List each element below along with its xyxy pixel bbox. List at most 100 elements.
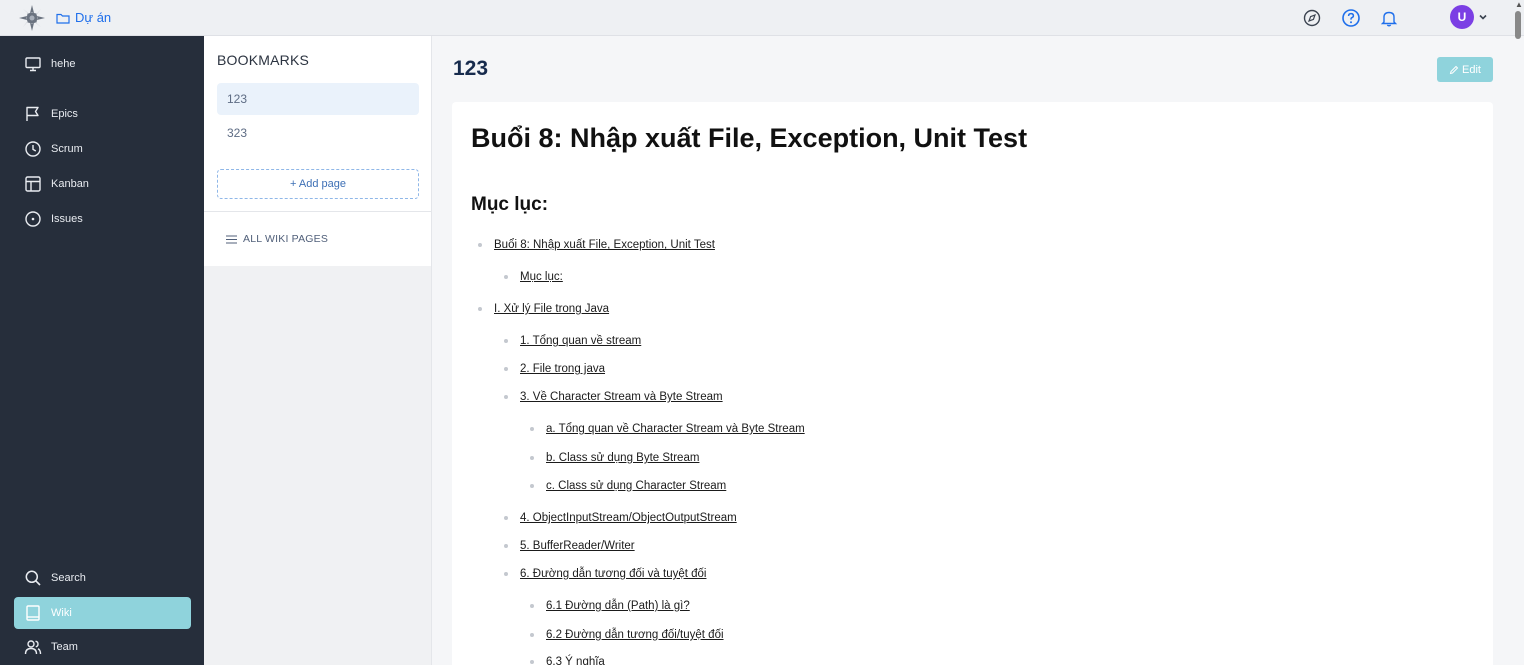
sidebar: hehe Epics Scrum Kanban Issues Search Wi… bbox=[0, 36, 204, 665]
bullet bbox=[504, 275, 508, 279]
toc-link[interactable]: 5. BufferReader/Writer bbox=[504, 540, 635, 552]
bullet bbox=[504, 395, 508, 399]
toc-link-text: a. Tổng quan về Character Stream và Byte… bbox=[546, 423, 805, 435]
toc-link-text: 3. Về Character Stream và Byte Stream bbox=[520, 391, 723, 403]
help-icon[interactable] bbox=[1341, 8, 1361, 28]
bullet bbox=[504, 572, 508, 576]
sidebar-item-label: hehe bbox=[51, 58, 76, 70]
toc-link[interactable]: 1. Tổng quan về stream bbox=[504, 335, 641, 347]
wiki-content: Buổi 8: Nhập xuất File, Exception, Unit … bbox=[452, 102, 1493, 665]
toc-link-text: 5. BufferReader/Writer bbox=[520, 540, 635, 552]
bookmarks-panel-empty-area bbox=[204, 266, 432, 665]
toc-link[interactable]: 4. ObjectInputStream/ObjectOutputStream bbox=[504, 512, 737, 524]
toc-link[interactable]: 3. Về Character Stream và Byte Stream bbox=[504, 391, 723, 403]
page-title: 123 bbox=[453, 57, 489, 80]
pencil-icon bbox=[1449, 65, 1459, 74]
bullet bbox=[530, 660, 534, 664]
flag-icon bbox=[26, 106, 39, 121]
sidebar-item-search[interactable]: Search bbox=[14, 562, 191, 594]
toc-link-text: Mục lục: bbox=[520, 271, 563, 283]
add-page-button[interactable]: + Add page bbox=[217, 169, 419, 199]
document-title: Buổi 8: Nhập xuất File, Exception, Unit … bbox=[471, 123, 1028, 153]
monitor-icon bbox=[25, 57, 41, 72]
toc-link-text: I. Xử lý File trong Java bbox=[494, 303, 610, 315]
sidebar-item-scrum[interactable]: Scrum bbox=[14, 133, 191, 165]
toc-link-text: 1. Tổng quan về stream bbox=[520, 335, 642, 347]
toc-heading: Mục lục: bbox=[471, 194, 549, 215]
toc-link-text: 6.1 Đường dẫn (Path) là gì? bbox=[546, 600, 690, 612]
project-label: Dự án bbox=[75, 10, 112, 25]
sidebar-item-label: Epics bbox=[51, 108, 78, 120]
chevron-down-icon bbox=[1479, 14, 1487, 20]
search-icon bbox=[25, 570, 41, 586]
toc-link-text: b. Class sử dụng Byte Stream bbox=[546, 452, 700, 464]
sidebar-item-label: Search bbox=[51, 572, 86, 584]
divider bbox=[204, 211, 431, 212]
sidebar-item-kanban[interactable]: Kanban bbox=[14, 168, 191, 200]
toc-link[interactable]: I. Xử lý File trong Java bbox=[478, 303, 609, 315]
project-link[interactable]: Dự án bbox=[56, 10, 111, 25]
bookmarks-panel: BOOKMARKS 123 323 + Add page ALL WIKI PA… bbox=[204, 36, 432, 266]
toc-link[interactable]: 6.1 Đường dẫn (Path) là gì? bbox=[530, 600, 690, 612]
toc-link-text: 2. File trong java bbox=[520, 363, 606, 375]
all-wiki-pages-link[interactable]: ALL WIKI PAGES bbox=[226, 233, 328, 245]
book-icon bbox=[26, 605, 40, 621]
bookmark-item[interactable]: 323 bbox=[217, 117, 419, 149]
sidebar-item-label: Team bbox=[51, 641, 78, 653]
sidebar-item-issues[interactable]: Issues bbox=[14, 203, 191, 235]
bullet bbox=[530, 427, 534, 431]
toc-link-text: 6. Đường dẫn tương đối và tuyệt đối bbox=[520, 568, 707, 580]
issue-circle-icon bbox=[25, 211, 41, 227]
scroll-up-arrow[interactable]: ▲ bbox=[1515, 0, 1523, 9]
compass-icon[interactable] bbox=[1302, 8, 1322, 28]
toc-link[interactable]: Mục lục: bbox=[504, 271, 563, 283]
bullet bbox=[504, 544, 508, 548]
sidebar-item-hehe[interactable]: hehe bbox=[14, 48, 191, 80]
avatar: U bbox=[1450, 5, 1474, 29]
toc-link[interactable]: 6. Đường dẫn tương đối và tuyệt đối bbox=[504, 568, 706, 580]
edit-button[interactable]: Edit bbox=[1437, 57, 1493, 82]
all-wiki-pages-label: ALL WIKI PAGES bbox=[243, 233, 329, 245]
scrollbar-thumb[interactable] bbox=[1515, 11, 1521, 39]
bullet bbox=[504, 516, 508, 520]
bookmark-item[interactable]: 123 bbox=[217, 83, 419, 115]
edit-button-label: Edit bbox=[1462, 63, 1481, 76]
toc-link-text: 4. ObjectInputStream/ObjectOutputStream bbox=[520, 512, 737, 524]
toc-link[interactable]: 6.3 Ý nghĩa bbox=[530, 656, 605, 665]
user-menu[interactable]: U bbox=[1450, 5, 1488, 29]
sidebar-item-label: Issues bbox=[51, 213, 83, 225]
sidebar-item-label: Kanban bbox=[51, 178, 89, 190]
app-logo-icon[interactable] bbox=[18, 4, 46, 32]
top-bar: Dự án U ▲ bbox=[0, 0, 1524, 39]
bullet bbox=[530, 456, 534, 460]
sidebar-item-label: Wiki bbox=[51, 607, 72, 619]
toc-link[interactable]: Buổi 8: Nhập xuất File, Exception, Unit … bbox=[478, 239, 715, 251]
clock-icon bbox=[25, 141, 41, 157]
bullet bbox=[478, 243, 482, 247]
toc-link[interactable]: 2. File trong java bbox=[504, 363, 605, 375]
sidebar-item-team[interactable]: Team bbox=[14, 631, 191, 663]
toc-link[interactable]: b. Class sử dụng Byte Stream bbox=[530, 452, 699, 464]
bullet bbox=[530, 604, 534, 608]
bullet bbox=[504, 367, 508, 371]
board-icon bbox=[25, 176, 41, 192]
toc-link[interactable]: 6.2 Đường dẫn tương đối/tuyệt đối bbox=[530, 629, 724, 641]
team-icon bbox=[24, 640, 42, 655]
toc-link-text: c. Class sử dụng Character Stream bbox=[546, 480, 727, 492]
bullet bbox=[478, 307, 482, 311]
toc-link-text: 6.3 Ý nghĩa bbox=[546, 656, 605, 665]
toc-link[interactable]: c. Class sử dụng Character Stream bbox=[530, 480, 726, 492]
bullet bbox=[530, 633, 534, 637]
sidebar-item-wiki[interactable]: Wiki bbox=[14, 597, 191, 629]
bell-icon[interactable] bbox=[1379, 8, 1399, 28]
sidebar-item-epics[interactable]: Epics bbox=[14, 98, 191, 130]
list-icon bbox=[226, 235, 237, 243]
bullet bbox=[504, 339, 508, 343]
folder-icon bbox=[56, 13, 70, 24]
toc-link-text: Buổi 8: Nhập xuất File, Exception, Unit … bbox=[494, 239, 715, 251]
bookmarks-title: BOOKMARKS bbox=[217, 52, 310, 68]
toc-link[interactable]: a. Tổng quan về Character Stream và Byte… bbox=[530, 423, 805, 435]
bullet bbox=[530, 484, 534, 488]
sidebar-item-label: Scrum bbox=[51, 143, 83, 155]
toc-link-text: 6.2 Đường dẫn tương đối/tuyệt đối bbox=[546, 629, 724, 641]
